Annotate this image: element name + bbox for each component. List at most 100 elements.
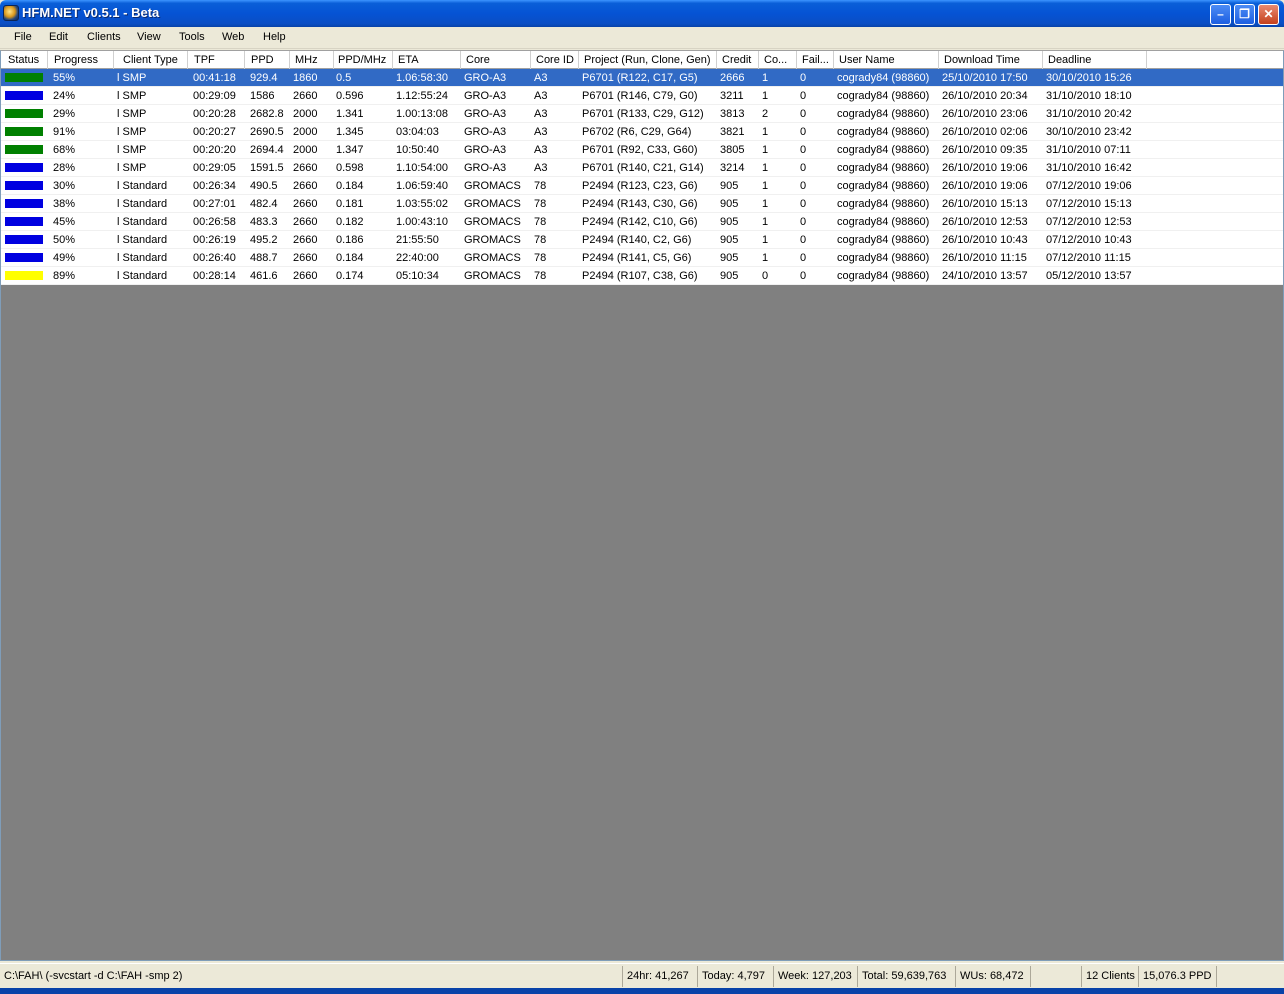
column-header-mhz[interactable]: MHz [290,51,334,69]
cell-ppd: 1586 [250,90,275,102]
table-row[interactable]: 24% l SMP 00:29:09 1586 2660 0.596 1.12:55:24 G… [1,87,1283,105]
close-button[interactable]: ✕ [1258,4,1279,25]
column-header-eta[interactable]: ETA [393,51,461,69]
cell-ppd: 929.4 [250,72,278,84]
column-header-core[interactable]: Core [461,51,531,69]
cell-download: 26/10/2010 19:06 [942,162,1028,174]
cell-client-type: l Standard [117,198,168,210]
cell-core-id: 78 [534,252,547,264]
cell-download: 26/10/2010 23:06 [942,108,1028,120]
cell-deadline: 07/12/2010 19:06 [1046,180,1132,192]
cell-client-type: l SMP [117,144,147,156]
table-row[interactable]: 89% l Standard 00:28:14 461.6 2660 0.174 05:10… [1,267,1283,285]
cell-ppd: 483.3 [250,216,278,228]
window-title: HFM.NET v0.5.1 - Beta [22,5,160,20]
cell-core-id: 78 [534,216,547,228]
cell-failed: 0 [800,162,807,174]
cell-eta: 21:55:50 [396,234,439,246]
column-header-core-id[interactable]: Core ID [531,51,579,69]
table-row[interactable]: 30% l Standard 00:26:34 490.5 2660 0.184 1.06:… [1,177,1283,195]
cell-eta: 1.10:54:00 [396,162,448,174]
cell-ppd: 2682.8 [250,108,284,120]
column-header-client-type[interactable]: Client Type [118,51,188,69]
table-row[interactable]: 38% l Standard 00:27:01 482.4 2660 0.181 1.03:… [1,195,1283,213]
cell-client-type: l Standard [117,180,168,192]
cell-progress: 91% [53,126,76,138]
minimize-button[interactable]: – [1210,4,1231,25]
table-row[interactable]: 29% l SMP 00:20:28 2682.8 2000 1.341 1.00:13:0… [1,105,1283,123]
column-header-tpf[interactable]: TPF [189,51,245,69]
status-empty-panel [1030,966,1081,987]
cell-ppd-mhz: 0.181 [336,198,364,210]
status-24hr: 24hr: 41,267 [622,966,697,987]
row-divider [1,284,1283,285]
menu-file[interactable]: File [14,31,32,43]
cell-user: cogrady84 (98860) [837,270,930,282]
table-row[interactable]: 28% l SMP 00:29:05 1591.5 2660 0.598 1.10:54:0… [1,159,1283,177]
cell-completed: 1 [762,198,769,210]
cell-core: GROMACS [464,198,521,210]
table-row[interactable]: 55% l SMP 00:41:18 929.4 1860 0.5 1.06:58:30 GR… [1,69,1283,87]
cell-client-type: l SMP [117,126,147,138]
table-row[interactable]: 50% l Standard 00:26:19 495.2 2660 0.186 21:55… [1,231,1283,249]
cell-credit: 905 [720,216,739,228]
cell-mhz: 2660 [293,90,318,102]
cell-progress: 30% [53,180,76,192]
menu-clients[interactable]: Clients [87,31,121,43]
table-row[interactable]: 45% l Standard 00:26:58 483.3 2660 0.182 1.00:… [1,213,1283,231]
menu-help[interactable]: Help [263,31,286,43]
cell-user: cogrady84 (98860) [837,144,930,156]
status-indicator [5,271,43,280]
cell-project: P2494 (R142, C10, G6) [582,216,698,228]
cell-progress: 55% [53,72,76,84]
column-header-completed[interactable]: Co... [759,51,797,69]
cell-failed: 0 [800,90,807,102]
menu-tools[interactable]: Tools [179,31,205,43]
column-header-ppd-mhz[interactable]: PPD/MHz [333,51,393,69]
cell-ppd-mhz: 0.186 [336,234,364,246]
column-header-deadline[interactable]: Deadline [1043,51,1147,69]
cell-user: cogrady84 (98860) [837,180,930,192]
cell-core: GRO-A3 [464,126,507,138]
clients-grid[interactable]: Status Progress Client Type TPF PPD MHz … [0,50,1284,961]
cell-credit: 3805 [720,144,745,156]
cell-ppd-mhz: 0.174 [336,270,364,282]
cell-completed: 1 [762,180,769,192]
column-header-download-time[interactable]: Download Time [939,51,1043,69]
column-header-failed[interactable]: Fail... [797,51,834,69]
cell-eta: 1.06:59:40 [396,180,448,192]
column-header-credit[interactable]: Credit [717,51,759,69]
cell-core-id: A3 [534,72,548,84]
table-row[interactable]: 91% l SMP 00:20:27 2690.5 2000 1.345 03:04:03 G… [1,123,1283,141]
menu-web[interactable]: Web [222,31,244,43]
cell-client-type: l Standard [117,216,168,228]
column-header-user-name[interactable]: User Name [834,51,939,69]
cell-failed: 0 [800,108,807,120]
table-row[interactable]: 49% l Standard 00:26:40 488.7 2660 0.184 22:40… [1,249,1283,267]
status-bar: C:\FAH\ (-svcstart -d C:\FAH -smp 2) 24h… [0,963,1284,988]
cell-progress: 28% [53,162,76,174]
cell-ppd-mhz: 0.184 [336,252,364,264]
cell-project: P6701 (R133, C29, G12) [582,108,704,120]
cell-download: 26/10/2010 19:06 [942,180,1028,192]
column-header-status[interactable]: Status [3,51,48,69]
status-indicator [5,91,43,100]
cell-deadline: 30/10/2010 15:26 [1046,72,1132,84]
cell-core-id: A3 [534,108,548,120]
cell-tpf: 00:26:40 [193,252,236,264]
menu-view[interactable]: View [137,31,161,43]
column-header-progress[interactable]: Progress [49,51,114,69]
app-icon[interactable] [3,5,19,21]
cell-progress: 49% [53,252,76,264]
menu-edit[interactable]: Edit [49,31,68,43]
cell-tpf: 00:29:05 [193,162,236,174]
cell-tpf: 00:26:58 [193,216,236,228]
cell-ppd: 490.5 [250,180,278,192]
column-header-project[interactable]: Project (Run, Clone, Gen) [579,51,717,69]
cell-project: P2494 (R143, C30, G6) [582,198,698,210]
column-header-ppd[interactable]: PPD [246,51,290,69]
cell-completed: 1 [762,216,769,228]
cell-progress: 38% [53,198,76,210]
table-row[interactable]: 68% l SMP 00:20:20 2694.4 2000 1.347 10:50:40 G… [1,141,1283,159]
restore-button[interactable]: ❐ [1234,4,1255,25]
